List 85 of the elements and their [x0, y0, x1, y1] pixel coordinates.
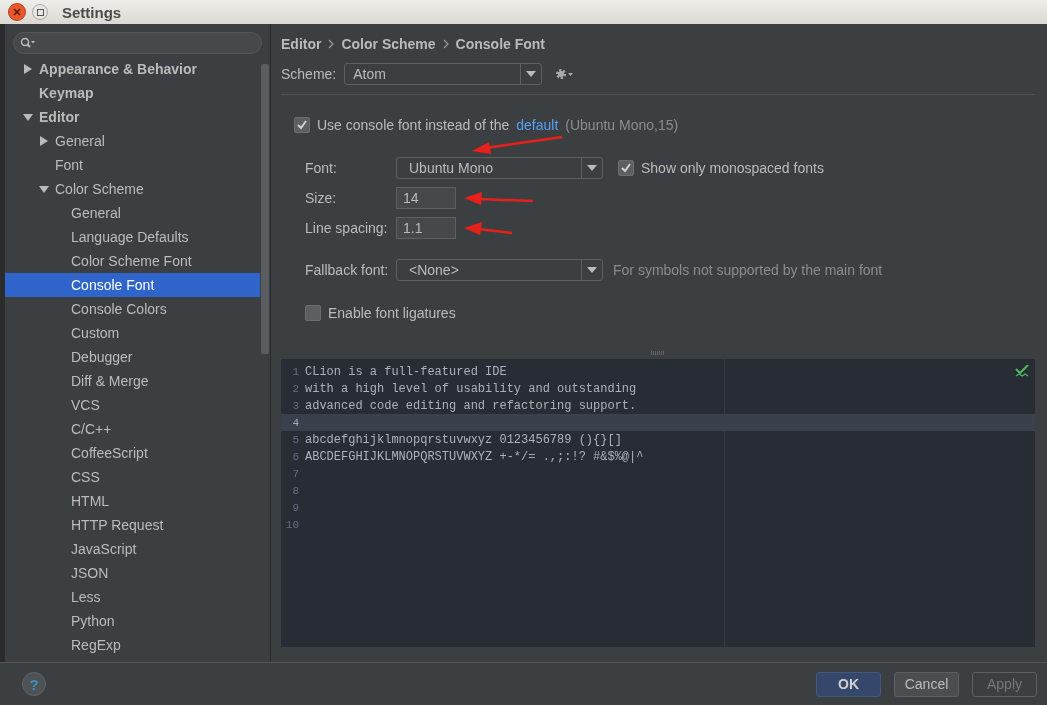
tree-item[interactable]: HTML — [5, 489, 260, 513]
line-number: 3 — [291, 399, 299, 412]
checkbox[interactable] — [294, 117, 310, 133]
checkbox[interactable] — [618, 160, 634, 176]
maximize-button[interactable] — [32, 4, 48, 20]
line-number: 1 — [291, 365, 299, 378]
dropdown[interactable]: Atom — [344, 63, 543, 85]
line-number: 6 — [291, 450, 299, 463]
gear-button[interactable] — [554, 67, 575, 81]
line-number: 8 — [291, 484, 299, 497]
default-font-note: (Ubuntu Mono,15) — [565, 117, 679, 133]
dropdown[interactable]: Ubuntu Mono — [396, 157, 603, 179]
tree-item[interactable]: JavaScript — [5, 537, 260, 561]
chevron-icon — [327, 39, 336, 49]
close-icon — [13, 8, 21, 16]
tree-item[interactable]: RegExp — [5, 633, 260, 657]
code-line: with a high level of usability and outstanding — [305, 381, 637, 396]
caret-icon — [587, 165, 597, 171]
tree-item[interactable]: Python — [5, 609, 260, 633]
breadcrumb-item[interactable]: Editor — [281, 36, 322, 52]
line-number: 5 — [291, 433, 299, 446]
checkmark-icon — [1015, 365, 1029, 377]
tree-item[interactable]: C/C++ — [5, 417, 260, 441]
line-number: 2 — [291, 382, 299, 395]
hint-text: For symbols not supported by the main font — [613, 262, 883, 278]
tree-item[interactable]: Keymap — [5, 81, 260, 105]
chevron-icon — [441, 39, 450, 49]
tree-item[interactable]: Language Defaults — [5, 225, 260, 249]
tree-item[interactable]: CSS — [5, 465, 260, 489]
ok-button[interactable]: OK — [816, 671, 881, 697]
tree-item[interactable]: Console Font — [5, 273, 260, 297]
number-field[interactable]: 14 — [396, 187, 456, 209]
scrollbar[interactable] — [261, 64, 269, 354]
arrow — [464, 222, 513, 235]
caret-icon — [587, 267, 597, 273]
gear-icon — [554, 67, 575, 81]
line-number: 4 — [291, 416, 299, 429]
breadcrumb-item[interactable]: Console Font — [455, 36, 546, 52]
scheme-label: Scheme: — [281, 66, 337, 82]
tree-item[interactable]: VCS — [5, 393, 260, 417]
option-label: Show only monospaced fonts — [641, 160, 824, 176]
dialog-button[interactable]: Cancel — [894, 671, 959, 697]
tree-item[interactable]: Color Scheme — [5, 177, 260, 201]
tree-item[interactable]: Editor — [5, 105, 260, 129]
option-label: Use console font instead of the — [317, 117, 510, 133]
window-title: Settings — [62, 3, 122, 21]
default-link[interactable]: default — [516, 117, 559, 133]
caret-icon — [526, 71, 537, 77]
number-field[interactable]: 1.1 — [396, 217, 456, 239]
tree-item[interactable]: Diff & Merge — [5, 369, 260, 393]
breadcrumb-item[interactable]: Color Scheme — [341, 36, 436, 52]
maximize-icon — [36, 8, 44, 16]
search-icon — [20, 37, 36, 49]
option-label: Enable font ligatures — [328, 305, 456, 321]
tree-item[interactable]: JSON — [5, 561, 260, 585]
fallback-font-label: Fallback font: — [305, 262, 390, 278]
line-number: 10 — [284, 518, 299, 531]
close-button[interactable] — [8, 3, 26, 21]
tree-item[interactable]: General — [5, 201, 260, 225]
resize-grip-icon — [651, 351, 665, 355]
search-field[interactable] — [13, 32, 262, 54]
size-label: Size: — [305, 190, 338, 206]
tree-item[interactable]: CoffeeScript — [5, 441, 260, 465]
line-number: 7 — [291, 467, 299, 480]
code-line: ABCDEFGHIJKLMNOPQRSTUVWXYZ +-*/= .,;:!? #&$%@|^ — [305, 449, 644, 464]
line-spacing-label: Line spacing: — [305, 220, 389, 236]
code-line: CLion is a full-featured IDE — [305, 364, 507, 379]
tree-item[interactable]: HTTP Request — [5, 513, 260, 537]
tree-item[interactable]: Debugger — [5, 345, 260, 369]
checkmark-icon — [620, 162, 632, 174]
tree-item[interactable]: Appearance & Behavior — [5, 57, 260, 81]
tree-item[interactable]: Console Colors — [5, 297, 260, 321]
tree-item[interactable]: Less — [5, 585, 260, 609]
arrow — [464, 192, 534, 205]
tree-item[interactable]: General — [5, 129, 260, 153]
checkbox[interactable] — [305, 305, 321, 321]
code-line: abcdefghijklmnopqrstuvwxyz 0123456789 (){}[] — [305, 432, 622, 447]
line-number: 9 — [291, 501, 299, 514]
tree-item[interactable]: Color Scheme Font — [5, 249, 260, 273]
tree-item[interactable]: Font — [5, 153, 260, 177]
code-line: advanced code editing and refactoring support. — [305, 398, 637, 413]
dropdown[interactable]: <None> — [396, 259, 603, 281]
checkmark-icon — [296, 119, 308, 131]
tree-item[interactable]: Custom — [5, 321, 260, 345]
font-label: Font: — [305, 160, 338, 176]
